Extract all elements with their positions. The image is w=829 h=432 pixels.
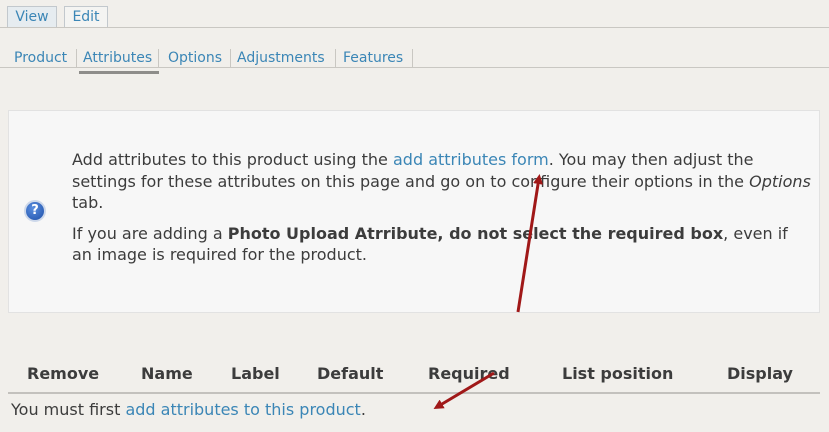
annotation-arrow-up bbox=[516, 174, 544, 313]
annotation-arrow-down bbox=[433, 371, 495, 410]
annotation-arrows bbox=[433, 174, 544, 410]
